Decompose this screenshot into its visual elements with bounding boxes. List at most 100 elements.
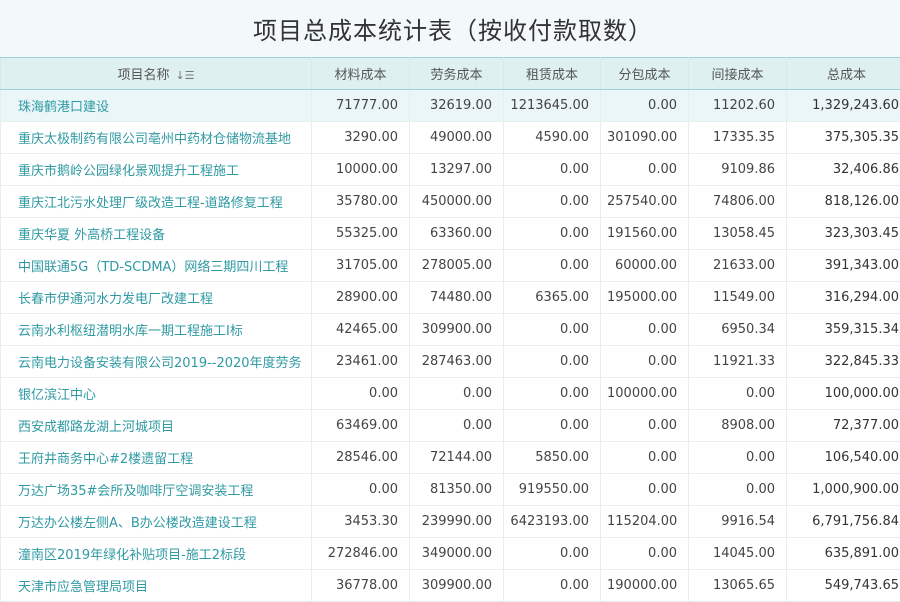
cell-rental-cost: 919550.00 [504, 474, 601, 506]
cell-project-name[interactable]: 银亿滨江中心 [1, 378, 312, 410]
cell-indirect-cost: 6950.34 [689, 314, 787, 346]
cell-total-cost: 818,126.00 [787, 186, 900, 218]
table-row[interactable]: 西安成都路龙湖上河城项目63469.000.000.000.008908.007… [1, 410, 900, 442]
cell-subcontract-cost: 100000.00 [601, 378, 689, 410]
table-row[interactable]: 天津市应急管理局项目36778.00309900.000.00190000.00… [1, 570, 900, 602]
cell-total-cost: 1,329,243.60 [787, 90, 900, 122]
table-row[interactable]: 珠海鹤港口建设71777.0032619.001213645.000.00112… [1, 90, 900, 122]
cell-material-cost: 28900.00 [312, 282, 410, 314]
cell-labor-cost: 309900.00 [410, 314, 504, 346]
table-row[interactable]: 重庆太极制药有限公司亳州中药材仓储物流基地3290.0049000.004590… [1, 122, 900, 154]
cell-project-name[interactable]: 珠海鹤港口建设 [1, 90, 312, 122]
cell-rental-cost: 6365.00 [504, 282, 601, 314]
cell-total-cost: 316,294.00 [787, 282, 900, 314]
cell-indirect-cost: 8908.00 [689, 410, 787, 442]
cell-subcontract-cost: 0.00 [601, 410, 689, 442]
cell-indirect-cost: 0.00 [689, 378, 787, 410]
cell-indirect-cost: 0.00 [689, 474, 787, 506]
table-row[interactable]: 云南水利枢纽潜明水库一期工程施工I标42465.00309900.000.000… [1, 314, 900, 346]
table-row[interactable]: 重庆华夏 外高桥工程设备55325.0063360.000.00191560.0… [1, 218, 900, 250]
table-row[interactable]: 万达办公楼左侧A、B办公楼改造建设工程3453.30239990.0064231… [1, 506, 900, 538]
table-row[interactable]: 重庆江北污水处理厂级改造工程-道路修复工程35780.00450000.000.… [1, 186, 900, 218]
cell-labor-cost: 0.00 [410, 378, 504, 410]
cell-project-name[interactable]: 王府井商务中心#2楼遗留工程 [1, 442, 312, 474]
cell-subcontract-cost: 60000.00 [601, 250, 689, 282]
table-row[interactable]: 重庆市鹅岭公园绿化景观提升工程施工10000.0013297.000.000.0… [1, 154, 900, 186]
table-row[interactable]: 中国联通5G（TD-SCDMA）网络三期四川工程31705.00278005.0… [1, 250, 900, 282]
cell-indirect-cost: 11921.33 [689, 346, 787, 378]
cell-labor-cost: 74480.00 [410, 282, 504, 314]
cell-rental-cost: 0.00 [504, 410, 601, 442]
cell-project-name[interactable]: 万达广场35#会所及咖啡厅空调安装工程 [1, 474, 312, 506]
table-row[interactable]: 银亿滨江中心0.000.000.00100000.000.00100,000.0… [1, 378, 900, 410]
cell-project-name[interactable]: 重庆市鹅岭公园绿化景观提升工程施工 [1, 154, 312, 186]
cell-project-name[interactable]: 万达办公楼左侧A、B办公楼改造建设工程 [1, 506, 312, 538]
cell-rental-cost: 0.00 [504, 378, 601, 410]
cell-labor-cost: 81350.00 [410, 474, 504, 506]
table-row[interactable]: 万达广场35#会所及咖啡厅空调安装工程0.0081350.00919550.00… [1, 474, 900, 506]
cell-material-cost: 63469.00 [312, 410, 410, 442]
cell-total-cost: 72,377.00 [787, 410, 900, 442]
cell-rental-cost: 0.00 [504, 154, 601, 186]
cell-material-cost: 23461.00 [312, 346, 410, 378]
sort-icon[interactable]: ↓☰ [175, 69, 194, 82]
cell-labor-cost: 49000.00 [410, 122, 504, 154]
title-bar: 项目总成本统计表（按收付款取数） [0, 0, 900, 57]
cell-material-cost: 42465.00 [312, 314, 410, 346]
cell-indirect-cost: 13065.65 [689, 570, 787, 602]
cell-total-cost: 322,845.33 [787, 346, 900, 378]
cell-project-name[interactable]: 西安成都路龙湖上河城项目 [1, 410, 312, 442]
column-header-project-name[interactable]: 项目名称 ↓☰ [1, 58, 312, 90]
cell-material-cost: 0.00 [312, 474, 410, 506]
cell-subcontract-cost: 257540.00 [601, 186, 689, 218]
cell-indirect-cost: 74806.00 [689, 186, 787, 218]
cell-rental-cost: 0.00 [504, 186, 601, 218]
cell-material-cost: 272846.00 [312, 538, 410, 570]
cell-material-cost: 36778.00 [312, 570, 410, 602]
cell-labor-cost: 32619.00 [410, 90, 504, 122]
cell-project-name[interactable]: 重庆太极制药有限公司亳州中药材仓储物流基地 [1, 122, 312, 154]
cell-labor-cost: 0.00 [410, 410, 504, 442]
column-header-label: 项目名称 [117, 68, 169, 83]
cell-labor-cost: 450000.00 [410, 186, 504, 218]
cell-project-name[interactable]: 天津市应急管理局项目 [1, 570, 312, 602]
cell-total-cost: 100,000.00 [787, 378, 900, 410]
cell-total-cost: 323,303.45 [787, 218, 900, 250]
cell-labor-cost: 309900.00 [410, 570, 504, 602]
column-header-total[interactable]: 总成本 [787, 58, 900, 90]
column-header-indirect[interactable]: 间接成本 [689, 58, 787, 90]
table-row[interactable]: 王府井商务中心#2楼遗留工程28546.0072144.005850.000.0… [1, 442, 900, 474]
cell-rental-cost: 4590.00 [504, 122, 601, 154]
cell-rental-cost: 0.00 [504, 218, 601, 250]
table-row[interactable]: 潼南区2019年绿化补贴项目-施工2标段272846.00349000.000.… [1, 538, 900, 570]
cell-project-name[interactable]: 重庆华夏 外高桥工程设备 [1, 218, 312, 250]
cell-total-cost: 106,540.00 [787, 442, 900, 474]
cell-rental-cost: 0.00 [504, 538, 601, 570]
column-header-rental[interactable]: 租赁成本 [504, 58, 601, 90]
cell-project-name[interactable]: 潼南区2019年绿化补贴项目-施工2标段 [1, 538, 312, 570]
cell-material-cost: 3290.00 [312, 122, 410, 154]
cell-project-name[interactable]: 云南水利枢纽潜明水库一期工程施工I标 [1, 314, 312, 346]
cell-material-cost: 55325.00 [312, 218, 410, 250]
table-row[interactable]: 长春市伊通河水力发电厂改建工程28900.0074480.006365.0019… [1, 282, 900, 314]
column-header-subcontract[interactable]: 分包成本 [601, 58, 689, 90]
cell-rental-cost: 0.00 [504, 314, 601, 346]
cell-subcontract-cost: 190000.00 [601, 570, 689, 602]
column-header-material[interactable]: 材料成本 [312, 58, 410, 90]
cell-material-cost: 35780.00 [312, 186, 410, 218]
cell-total-cost: 549,743.65 [787, 570, 900, 602]
cell-subcontract-cost: 0.00 [601, 442, 689, 474]
cell-project-name[interactable]: 长春市伊通河水力发电厂改建工程 [1, 282, 312, 314]
cell-total-cost: 359,315.34 [787, 314, 900, 346]
cell-project-name[interactable]: 中国联通5G（TD-SCDMA）网络三期四川工程 [1, 250, 312, 282]
cell-subcontract-cost: 0.00 [601, 538, 689, 570]
cell-total-cost: 635,891.00 [787, 538, 900, 570]
table-row[interactable]: 云南电力设备安装有限公司2019--2020年度劳务23461.00287463… [1, 346, 900, 378]
column-header-labor[interactable]: 劳务成本 [410, 58, 504, 90]
cell-total-cost: 391,343.00 [787, 250, 900, 282]
cell-rental-cost: 0.00 [504, 570, 601, 602]
cell-indirect-cost: 0.00 [689, 442, 787, 474]
cell-project-name[interactable]: 重庆江北污水处理厂级改造工程-道路修复工程 [1, 186, 312, 218]
cell-project-name[interactable]: 云南电力设备安装有限公司2019--2020年度劳务 [1, 346, 312, 378]
cell-indirect-cost: 11202.60 [689, 90, 787, 122]
